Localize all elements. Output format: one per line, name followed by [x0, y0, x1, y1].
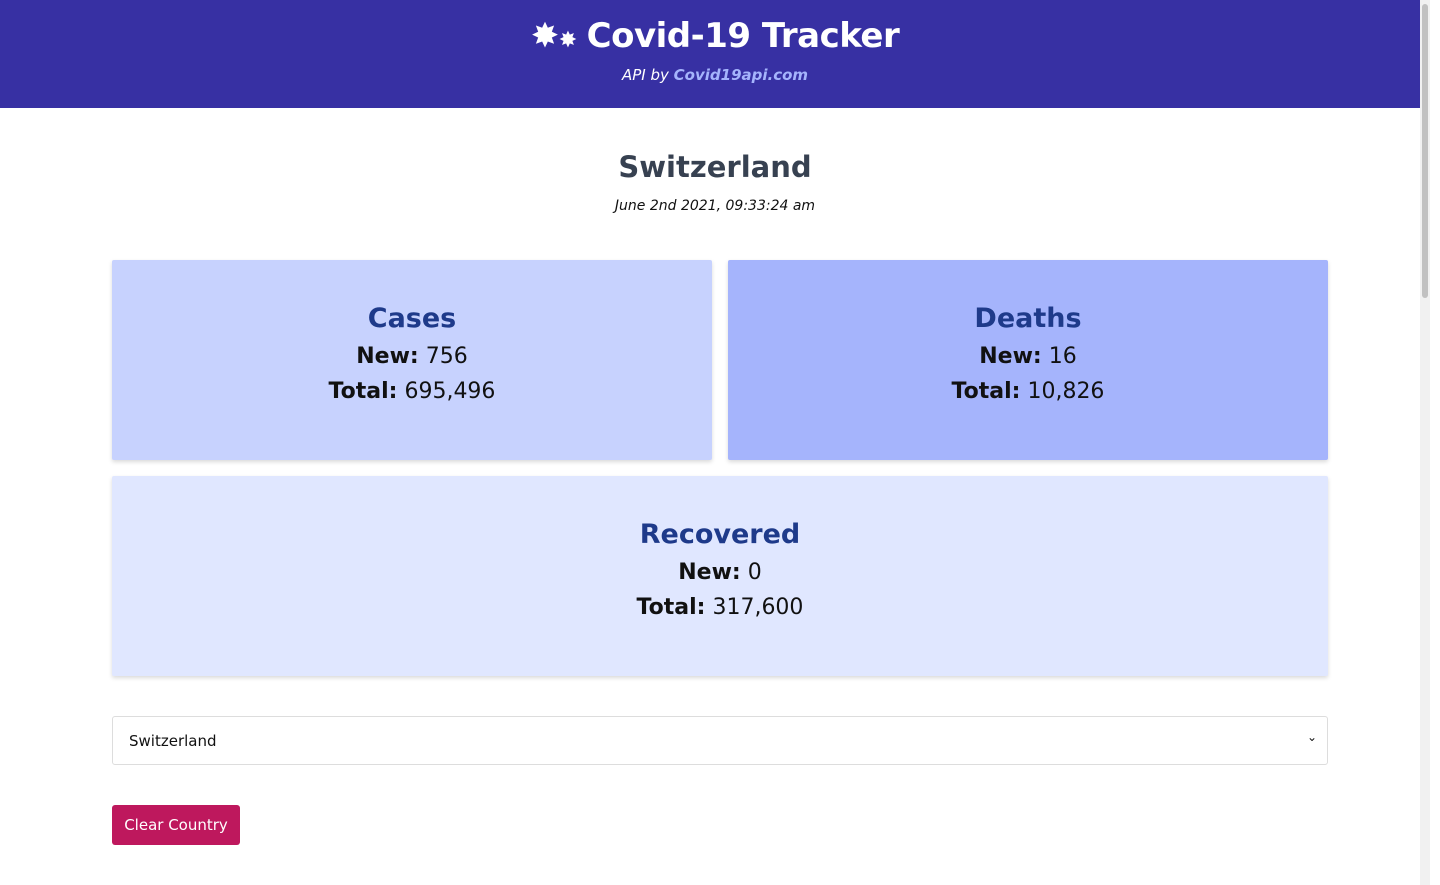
total-label: Total: — [636, 595, 706, 620]
chevron-down-icon: ⌄ — [1306, 730, 1317, 744]
new-label: New: — [979, 344, 1042, 369]
new-value: 0 — [747, 560, 762, 585]
api-prefix: API by — [621, 66, 669, 84]
scrollbar[interactable] — [1420, 0, 1430, 885]
update-date: June 2nd 2021, 09:33:24 am — [614, 198, 816, 214]
recovered-card: Recovered New: 0 Total: 317,600 — [112, 476, 1328, 676]
cases-card: Cases New: 756 Total: 695,496 — [112, 260, 712, 460]
new-value: 756 — [425, 344, 468, 369]
selected-country: Switzerland — [129, 732, 217, 750]
clear-country-button[interactable]: Clear Country — [112, 805, 240, 845]
total-label: Total: — [951, 379, 1021, 404]
new-value: 16 — [1048, 344, 1077, 369]
country-select[interactable]: Switzerland ⌄ — [112, 716, 1328, 765]
api-link[interactable]: Covid19api.com — [674, 66, 808, 84]
scrollbar-thumb[interactable] — [1422, 4, 1428, 298]
total-label: Total: — [328, 379, 398, 404]
card-title: Deaths — [974, 303, 1082, 334]
card-title: Cases — [367, 303, 457, 334]
app-header: ✸✸ Covid-19 Tracker API by Covid19api.com — [0, 0, 1430, 108]
new-label: New: — [356, 344, 419, 369]
virus-gears-icon: ✸✸ — [530, 16, 577, 56]
total-value: 695,496 — [404, 379, 496, 404]
total-value: 317,600 — [712, 595, 804, 620]
new-label: New: — [678, 560, 741, 585]
country-title: Switzerland — [618, 150, 812, 184]
total-value: 10,826 — [1027, 379, 1105, 404]
deaths-card: Deaths New: 16 Total: 10,826 — [728, 260, 1328, 460]
app-title: Covid-19 Tracker — [586, 16, 900, 56]
card-title: Recovered — [639, 519, 801, 550]
